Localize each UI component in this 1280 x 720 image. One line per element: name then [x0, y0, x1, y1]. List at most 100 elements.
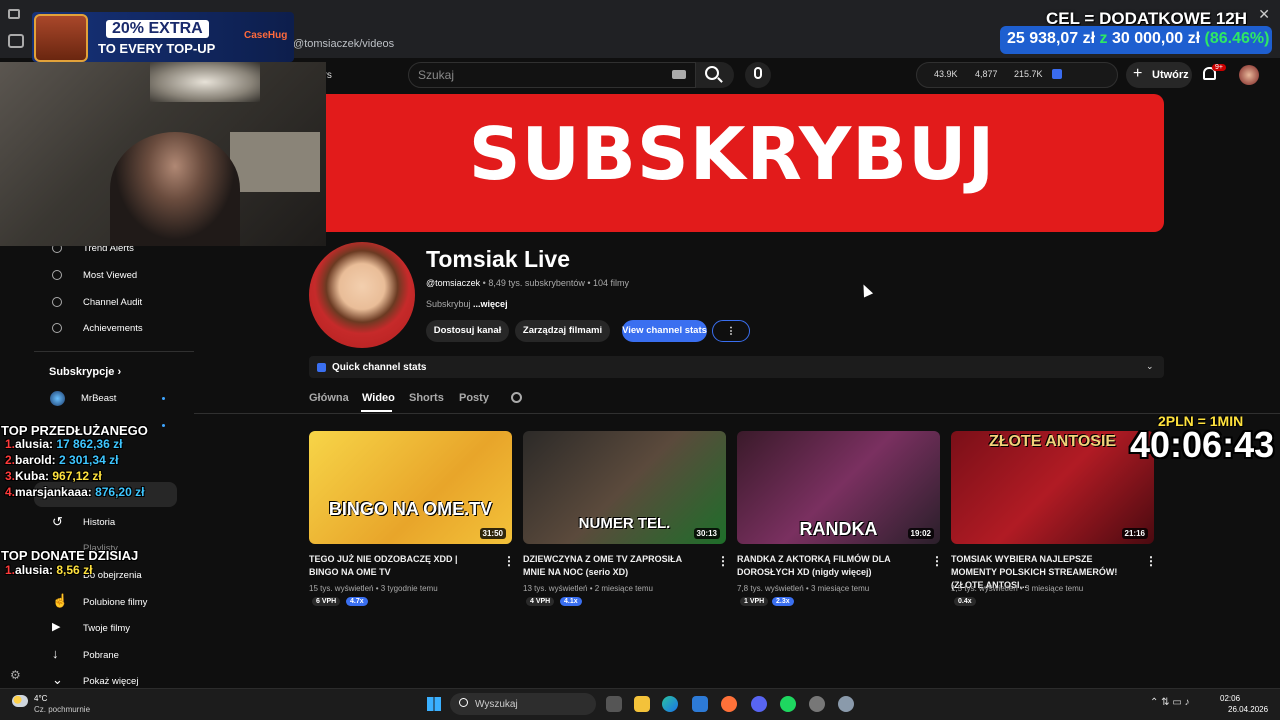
chevron-down-icon[interactable]: ⌄: [1146, 361, 1154, 372]
close-icon[interactable]: ✕: [1258, 6, 1270, 23]
video-thumbnail[interactable]: ZŁOTE ANTOSIE 21:16: [951, 431, 1154, 544]
vph-badge: 6 VPH: [312, 597, 341, 606]
channel-description[interactable]: Subskrybuj ...więcej: [426, 299, 508, 309]
user-avatar[interactable]: [1239, 65, 1259, 85]
sidebar-item-show-more[interactable]: Pokaż więcej: [83, 676, 138, 687]
notification-badge: 9+: [1212, 64, 1226, 71]
top-donate-row: 1.alusia: 8,56 zł: [5, 563, 92, 577]
subscription-avatar[interactable]: [50, 391, 65, 406]
tab-shorts[interactable]: Shorts: [409, 392, 444, 404]
weather-temperature[interactable]: 4°C: [34, 694, 47, 703]
weather-icon[interactable]: [12, 695, 28, 707]
channel-search-icon[interactable]: [511, 392, 522, 403]
promo-subline: TO EVERY TOP-UP: [98, 41, 216, 56]
video-thumbnail[interactable]: RANDKA 19:02: [737, 431, 940, 544]
subscriptions-title[interactable]: Subskrypcje ›: [49, 366, 121, 378]
view-channel-stats-button[interactable]: View channel stats: [622, 320, 707, 342]
quick-stats-bar[interactable]: [309, 356, 1164, 378]
taskbar-search[interactable]: [450, 693, 596, 715]
video-title[interactable]: RANDKA Z AKTORKĄ FILMÓW DLA DOROSŁYCH XD…: [737, 553, 917, 579]
amount: 17 862,36 zł: [56, 437, 123, 451]
webcam-overlay: [0, 62, 326, 246]
amount: 2 301,34 zł: [59, 453, 119, 467]
tab-videos[interactable]: Wideo: [362, 392, 395, 404]
clock-time[interactable]: 02:06: [1220, 694, 1240, 703]
sidebar-item-channel-audit[interactable]: Channel Audit: [83, 297, 142, 308]
manage-videos-button[interactable]: Zarządzaj filmami: [515, 320, 610, 342]
active-tab-indicator: [361, 410, 392, 412]
promo-brand: CaseHug: [244, 30, 288, 41]
more-link[interactable]: ...więcej: [473, 299, 508, 309]
plus-icon: +: [1133, 65, 1143, 82]
app-icon[interactable]: [809, 696, 825, 712]
webcam-light: [150, 62, 260, 102]
video-meta: 1,5 tys. wyświetleń • 3 miesiące temu: [951, 584, 1084, 593]
clock-date[interactable]: 26.04.2026: [1228, 705, 1268, 714]
top-extend-title: TOP PRZEDŁUŻANEGO: [1, 423, 148, 438]
weather-description[interactable]: Cz. pochmurnie: [34, 705, 90, 714]
achievements-icon: [52, 323, 62, 333]
video-menu-icon[interactable]: ⋮: [931, 554, 943, 568]
channel-avatar[interactable]: [309, 242, 415, 348]
settings-app-icon[interactable]: [838, 696, 854, 712]
subathon-timer: 40:06:43: [1130, 424, 1275, 465]
subscription-mrbeast[interactable]: MrBeast: [81, 393, 116, 404]
discord-icon[interactable]: [751, 696, 767, 712]
keyboard-icon[interactable]: [672, 70, 686, 79]
sidebar-item-most-viewed[interactable]: Most Viewed: [83, 270, 137, 281]
goal-of: z: [1099, 30, 1108, 47]
file-explorer-icon[interactable]: [634, 696, 650, 712]
extension-icon[interactable]: [1052, 69, 1062, 79]
extension-menu-button[interactable]: ⋮: [712, 320, 750, 342]
video-duration: 30:13: [693, 528, 720, 539]
search-placeholder: Szukaj: [418, 68, 455, 82]
task-view-icon[interactable]: [606, 696, 622, 712]
streamer-figure: [110, 132, 240, 246]
video-menu-icon[interactable]: ⋮: [717, 554, 729, 568]
sidebar-item-liked[interactable]: Polubione filmy: [83, 597, 147, 608]
search-icon[interactable]: [705, 66, 719, 80]
video-meta: 7,8 tys. wyświetleń • 3 miesiące temu: [737, 584, 870, 593]
video-meta: 13 tys. wyświetleń • 2 miesiące temu: [523, 584, 653, 593]
customize-channel-button[interactable]: Dostosuj kanał: [426, 320, 509, 342]
chevron-down-icon: ⌄: [52, 672, 63, 687]
video-thumbnail[interactable]: BINGO NA OME.TV 31:50: [309, 431, 512, 544]
sidebar-item-your-videos[interactable]: Twoje filmy: [83, 623, 130, 634]
video-title[interactable]: TEGO JUŻ NIE ODZOBACZĘ XDD | BINGO NA OM…: [309, 553, 489, 579]
store-icon[interactable]: [692, 696, 708, 712]
windows-start-icon[interactable]: [427, 697, 441, 711]
stat-views-today: 43.9K: [934, 69, 958, 79]
video-menu-icon[interactable]: ⋮: [503, 554, 515, 568]
firefox-icon[interactable]: [721, 696, 737, 712]
video-thumbnail[interactable]: NUMER TEL. 30:13: [523, 431, 726, 544]
spotify-icon[interactable]: [780, 696, 796, 712]
sidebar-item-history[interactable]: Historia: [83, 517, 115, 528]
rank: 4.: [5, 485, 16, 499]
download-icon: ↓: [52, 646, 59, 661]
sidebar-item-achievements[interactable]: Achievements: [83, 323, 143, 334]
promo-headline: 20% EXTRA: [106, 20, 209, 38]
sidebar-item-downloads[interactable]: Pobrane: [83, 650, 119, 661]
channel-handle: @tomsiaczek: [426, 278, 481, 288]
username: barold:: [15, 453, 56, 467]
tab-home[interactable]: Główna: [309, 392, 349, 404]
address-bar[interactable]: /@tomsiaczek/videos: [290, 34, 990, 54]
microphone-icon[interactable]: [754, 67, 762, 79]
tabs-divider: [194, 413, 1280, 414]
video-title[interactable]: DZIEWCZYNA Z OME TV ZAPROSIŁA MNIE NA NO…: [523, 553, 703, 579]
username: marsjankaaa:: [15, 485, 92, 499]
tab-menu-icon[interactable]: [8, 9, 20, 19]
stat-viewers: 4,877: [975, 69, 998, 79]
thumb-text: ZŁOTE ANTOSIE: [988, 433, 1117, 450]
thumbs-up-icon: ☝: [52, 593, 69, 608]
sidebar-toggle-icon[interactable]: [8, 34, 24, 48]
edge-icon[interactable]: [662, 696, 678, 712]
banner-text: SUBSKRYBUJ: [468, 112, 996, 196]
history-icon: ↺: [52, 514, 63, 529]
system-tray-icons[interactable]: ⌃ ⇅ ▭ ♪: [1150, 697, 1190, 708]
gear-icon[interactable]: ⚙: [10, 668, 21, 682]
tab-posts[interactable]: Posty: [459, 392, 489, 404]
stat-total: 215.7K: [1014, 69, 1043, 79]
video-menu-icon[interactable]: ⋮: [1145, 554, 1157, 568]
treasure-chest-icon: [34, 14, 88, 62]
